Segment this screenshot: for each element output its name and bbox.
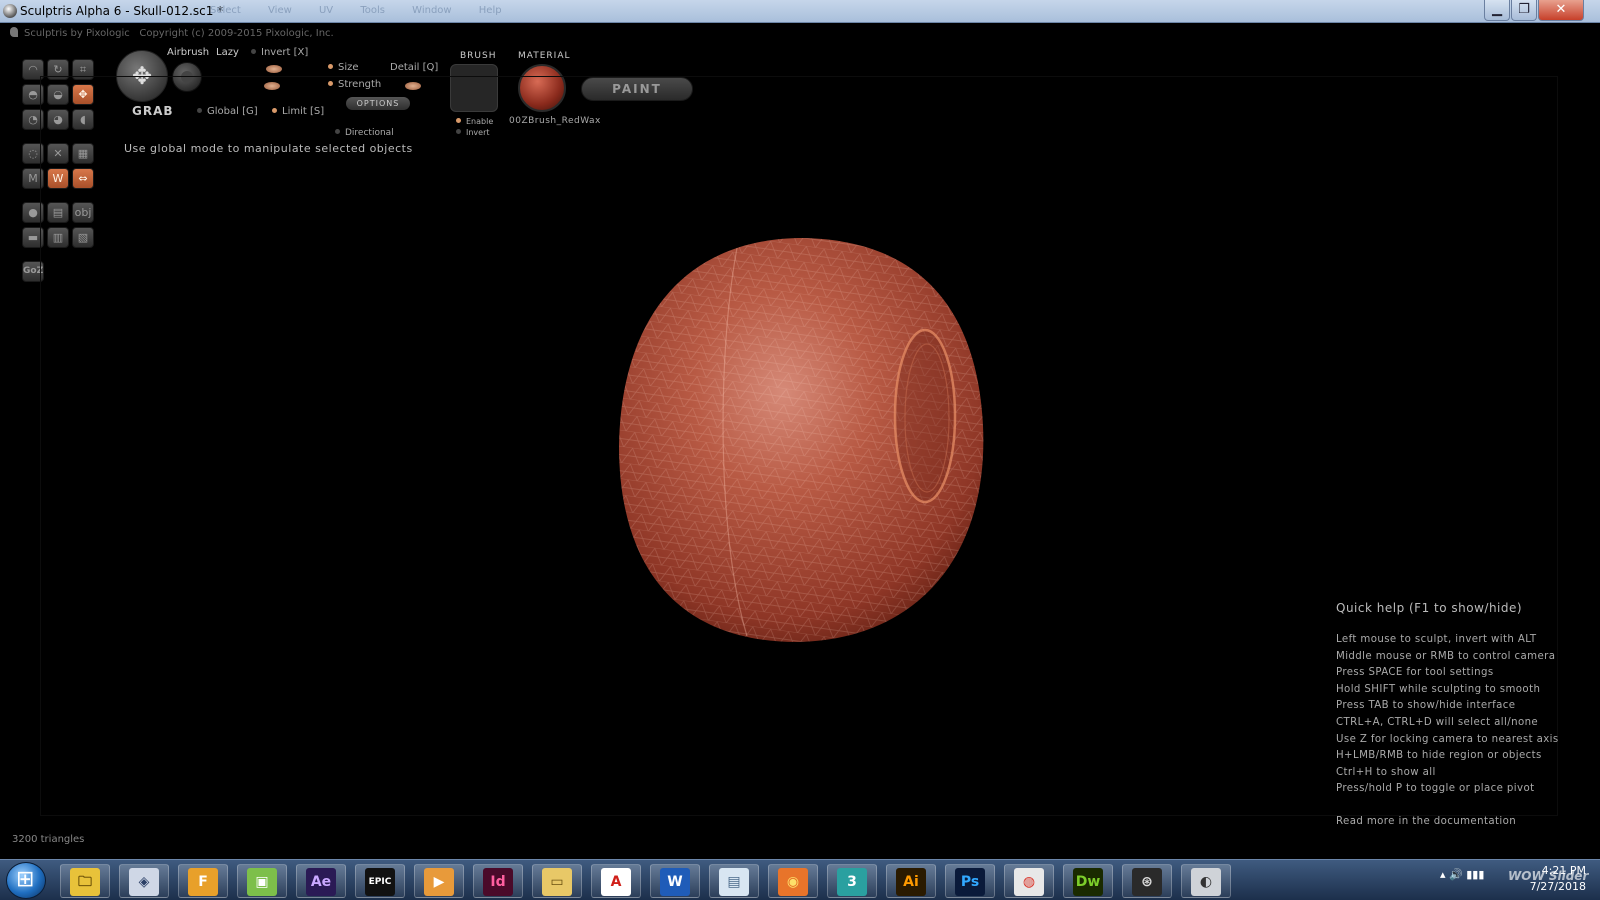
brand-name: Sculptris by Pixologic (24, 28, 130, 39)
quick-help-item: Hold SHIFT while sculpting to smooth (1336, 683, 1541, 695)
detail-label[interactable]: Detail [Q] (390, 62, 438, 73)
invert-option[interactable]: Invert [X] (251, 47, 308, 58)
menu-help[interactable]: Help (479, 5, 502, 16)
media-player-icon: ▶ (424, 868, 454, 896)
close-button[interactable]: ✕ (1538, 0, 1584, 21)
taskbar-indesign-button[interactable]: Id (473, 864, 523, 898)
quick-help-list: Left mouse to sculpt, invert with ALT Mi… (1336, 632, 1559, 798)
brush-heading: BRUSH (460, 51, 497, 61)
size-slider-knob[interactable] (266, 65, 282, 73)
taskbar-epic-games-button[interactable]: EPIC (355, 864, 405, 898)
taskbar-word-button[interactable]: W (650, 864, 700, 898)
folder-icon: ▭ (542, 868, 572, 896)
taskbar-sculptris-button[interactable]: ◐ (1181, 864, 1231, 898)
illustrator-icon: Ai (896, 868, 926, 896)
eye-socket (893, 328, 957, 504)
acrobat-icon: A (601, 868, 631, 896)
sculptris-app-icon[interactable] (3, 4, 17, 18)
quick-help-item: Press SPACE for tool settings (1336, 667, 1494, 679)
3ds-max-icon: 3 (837, 868, 867, 896)
taskbar-firefox-button[interactable]: ◉ (768, 864, 818, 898)
menu-bar: Select View UV Tools Window Help (210, 5, 526, 16)
copyright: Copyright (c) 2009-2015 Pixologic, Inc. (139, 28, 334, 39)
quick-help-item: Middle mouse or RMB to control camera (1336, 650, 1556, 662)
quick-help-title: Quick help (F1 to show/hide) (1336, 601, 1523, 615)
size-radio[interactable] (328, 64, 333, 69)
taskbar-acrobat-button[interactable]: A (591, 864, 641, 898)
epic-games-icon: EPIC (365, 868, 395, 896)
minimize-button[interactable]: ▁ (1484, 0, 1510, 21)
pixologic-logo-icon (10, 27, 18, 37)
taskbar: 🗀◈F▣AeEPIC▶Id▭AW▤◉3AiPs◍Dw⊛◐ ▴ 🔊 ▮▮▮ 4:2… (0, 859, 1600, 900)
dreamweaver-icon: Dw (1073, 868, 1103, 896)
quick-help-item: CTRL+A, CTRL+D will select all/none (1336, 716, 1539, 728)
window-title: Sculptris Alpha 6 - Skull-012.sc1 * (20, 4, 224, 18)
title-bar: Sculptris Alpha 6 - Skull-012.sc1 * Sele… (0, 0, 1600, 23)
taskbar-3ds-max-button[interactable]: 3 (827, 864, 877, 898)
taskbar-photoshop-button[interactable]: Ps (945, 864, 995, 898)
flash-icon: F (188, 868, 218, 896)
quick-help-item: Press TAB to show/hide interface (1336, 700, 1516, 712)
chrome-icon: ◍ (1014, 868, 1044, 896)
3d-builder-icon: ◈ (129, 868, 159, 896)
quick-help-item: Ctrl+H to show all (1336, 766, 1436, 778)
documentation-link[interactable]: Read more in the documentation (1336, 816, 1516, 827)
indesign-icon: Id (483, 868, 513, 896)
quick-help-item: Press/hold P to toggle or place pivot (1336, 783, 1535, 795)
after-effects-icon: Ae (306, 868, 336, 896)
brand-line: Sculptris by Pixologic Copyright (c) 200… (10, 27, 334, 39)
taskbar-flash-button[interactable]: F (178, 864, 228, 898)
start-button[interactable] (6, 862, 46, 899)
taskbar-photos-button[interactable]: ▣ (237, 864, 287, 898)
menu-select[interactable]: Select (210, 5, 241, 16)
size-option[interactable]: Size (328, 62, 359, 73)
taskbar-media-player-button[interactable]: ▶ (414, 864, 464, 898)
invert-label: Invert [X] (261, 47, 309, 58)
quick-help-item: Left mouse to sculpt, invert with ALT (1336, 634, 1537, 645)
material-heading: MATERIAL (518, 51, 571, 61)
photoshop-icon: Ps (955, 868, 985, 896)
menu-view[interactable]: View (268, 5, 292, 16)
size-label: Size (338, 62, 359, 73)
quick-help-item: H+LMB/RMB to hide region or objects (1336, 750, 1542, 762)
sculptris-icon: ◐ (1191, 868, 1221, 896)
taskbar-chrome-button[interactable]: ◍ (1004, 864, 1054, 898)
taskbar-pictures-button[interactable]: ▤ (709, 864, 759, 898)
taskbar-file-explorer-button[interactable]: 🗀 (60, 864, 110, 898)
airbrush-label[interactable]: Airbrush (167, 47, 209, 58)
word-icon: W (660, 868, 690, 896)
file-explorer-icon: 🗀 (70, 868, 100, 896)
sculpt-mesh[interactable] (617, 236, 989, 645)
menu-tools[interactable]: Tools (360, 5, 385, 16)
taskbar-dreamweaver-button[interactable]: Dw (1063, 864, 1113, 898)
quick-help-item: Use Z for locking camera to nearest axis (1336, 733, 1559, 745)
photos-icon: ▣ (247, 868, 277, 896)
taskbar-3d-builder-button[interactable]: ◈ (119, 864, 169, 898)
taskbar-folder-button[interactable]: ▭ (532, 864, 582, 898)
triangle-count: 3200 triangles (12, 834, 85, 845)
firefox-icon: ◉ (778, 868, 808, 896)
taskbar-illustrator-button[interactable]: Ai (886, 864, 936, 898)
maximize-button[interactable]: ❐ (1511, 0, 1537, 21)
app-shutter-icon: ⊛ (1132, 868, 1162, 896)
menu-uv[interactable]: UV (319, 5, 333, 16)
menu-window[interactable]: Window (412, 5, 451, 16)
taskbar-after-effects-button[interactable]: Ae (296, 864, 346, 898)
lazy-label[interactable]: Lazy (216, 47, 239, 58)
pictures-icon: ▤ (719, 868, 749, 896)
taskbar-app-shutter-button[interactable]: ⊛ (1122, 864, 1172, 898)
watermark-logo: WOW Slider (1508, 869, 1589, 883)
system-tray[interactable]: ▴ 🔊 ▮▮▮ (1440, 868, 1484, 881)
invert-radio[interactable] (251, 49, 256, 54)
